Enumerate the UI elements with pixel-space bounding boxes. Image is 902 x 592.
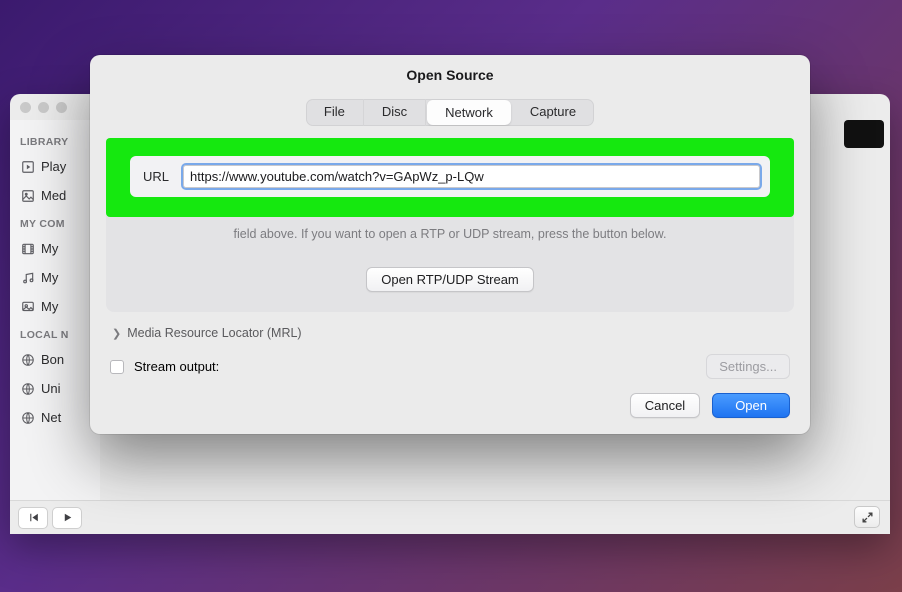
network-pane: URL field above. If you want to open a R… — [106, 138, 794, 312]
globe-icon — [20, 410, 35, 425]
stream-output-row: Stream output: Settings... — [90, 348, 810, 379]
sidebar-item-label: Net — [41, 410, 61, 425]
mrl-label: Media Resource Locator (MRL) — [127, 326, 301, 340]
minimize-icon[interactable] — [38, 102, 49, 113]
tab-network[interactable]: Network — [427, 100, 511, 125]
picture-icon — [20, 299, 35, 314]
sidebar-item-network[interactable]: Net — [20, 403, 100, 432]
sidebar-item-mypictures[interactable]: My — [20, 292, 100, 321]
stream-settings-button: Settings... — [706, 354, 790, 379]
tab-disc[interactable]: Disc — [364, 99, 426, 126]
fullscreen-button[interactable] — [854, 506, 880, 528]
search-field-bg — [844, 120, 884, 148]
source-tabs: File Disc Network Capture — [90, 99, 810, 126]
globe-icon — [20, 352, 35, 367]
sidebar-section-library: LIBRARY — [20, 136, 100, 148]
dialog-actions: Cancel Open — [90, 379, 810, 418]
open-rtp-udp-button[interactable]: Open RTP/UDP Stream — [366, 267, 534, 292]
url-row: URL — [130, 156, 770, 197]
sidebar-item-media[interactable]: Med — [20, 181, 100, 210]
sidebar-item-label: My — [41, 299, 58, 314]
sidebar-item-label: My — [41, 270, 58, 285]
playback-toolbar — [10, 500, 890, 534]
hint-text: field above. If you want to open a RTP o… — [106, 217, 794, 261]
sidebar-item-myvideos[interactable]: My — [20, 234, 100, 263]
sidebar: LIBRARY Play Med MY COM My My — [10, 120, 100, 500]
url-label: URL — [140, 169, 169, 184]
stream-output-checkbox[interactable] — [110, 360, 124, 374]
previous-button[interactable] — [18, 507, 48, 529]
highlight-region: URL — [106, 138, 794, 217]
sidebar-item-label: My — [41, 241, 58, 256]
play-button[interactable] — [52, 507, 82, 529]
sidebar-item-label: Med — [41, 188, 66, 203]
sidebar-section-mycomputer: MY COM — [20, 218, 100, 230]
close-icon[interactable] — [20, 102, 31, 113]
sidebar-item-bonjour[interactable]: Bon — [20, 345, 100, 374]
mrl-disclosure[interactable]: ❯ Media Resource Locator (MRL) — [90, 322, 810, 348]
sidebar-item-playlist[interactable]: Play — [20, 152, 100, 181]
sidebar-item-upnp[interactable]: Uni — [20, 374, 100, 403]
sidebar-item-label: Uni — [41, 381, 61, 396]
playlist-icon — [20, 159, 35, 174]
media-icon — [20, 188, 35, 203]
tab-capture[interactable]: Capture — [512, 99, 594, 126]
globe-icon — [20, 381, 35, 396]
url-input[interactable] — [183, 165, 760, 188]
zoom-icon[interactable] — [56, 102, 67, 113]
cancel-button[interactable]: Cancel — [630, 393, 700, 418]
tab-file[interactable]: File — [306, 99, 364, 126]
open-source-dialog: Open Source File Disc Network Capture UR… — [90, 55, 810, 434]
sidebar-item-label: Bon — [41, 352, 64, 367]
chevron-right-icon: ❯ — [112, 327, 121, 340]
sidebar-item-label: Play — [41, 159, 66, 174]
sidebar-item-mymusic[interactable]: My — [20, 263, 100, 292]
sidebar-section-local: LOCAL N — [20, 329, 100, 341]
open-button[interactable]: Open — [712, 393, 790, 418]
film-icon — [20, 241, 35, 256]
dialog-title: Open Source — [90, 55, 810, 93]
stream-output-label: Stream output: — [134, 359, 219, 374]
music-icon — [20, 270, 35, 285]
